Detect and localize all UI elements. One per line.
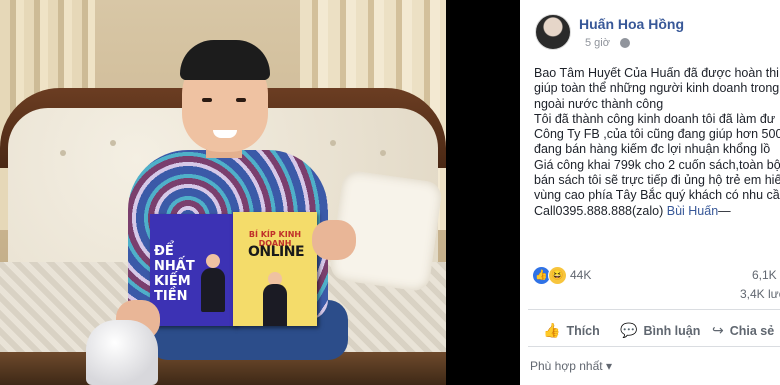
sort-label: Phù hợp nhất [530, 359, 603, 373]
like-button[interactable]: 👍 Thích [543, 322, 600, 339]
post-line: Công Ty FB ,của tôi cũng đang giúp hơn 5… [534, 127, 780, 142]
post-line-last: Call0395.888.888(zalo) Bùi Huấn— [534, 204, 780, 219]
thumbs-up-icon: 👍 [543, 322, 561, 338]
like-label: Thích [566, 324, 600, 338]
book1-author-figure [201, 268, 225, 312]
post-line: Tôi đã thành công kinh doanh tôi đã làm … [534, 111, 776, 126]
post-line: ngoài nước thành công [534, 96, 664, 111]
book2-author-figure [263, 284, 287, 326]
phone-text: Call0395.888.888(zalo) [534, 203, 667, 218]
share-button[interactable]: ↪ Chia sẻ [712, 322, 774, 339]
line-tail: — [718, 203, 731, 218]
book2-subtitle: ONLINE [247, 244, 305, 260]
post-line: vùng cao phía Tây Bắc quý khách có nhu c… [534, 188, 780, 203]
person-eye [202, 98, 212, 102]
comment-sort-dropdown[interactable]: Phù hợp nhất ▾ [530, 359, 612, 373]
book1-author-head [206, 254, 220, 268]
sofa-tuft [380, 150, 386, 156]
post-text: Bao Tâm Huyết Của Huấn đã được hoàn thi … [534, 66, 780, 219]
person-eye [236, 98, 246, 102]
globe-icon [620, 38, 630, 48]
sofa-tuft [330, 140, 336, 146]
comment-label: Bình luận [643, 324, 701, 338]
post-line: Giá công khai 799k cho 2 cuốn sách,toàn … [534, 157, 780, 172]
book-de-nhat-kiem-tien: ĐỂ NHẤT KIẾM TIỀN [150, 214, 236, 326]
post-line: bán sách tôi sẽ trực tiếp đi ủng hộ trẻ … [534, 173, 780, 188]
post-timestamp[interactable]: 5 giờ [585, 37, 610, 49]
caret-down-icon: ▾ [605, 359, 612, 373]
sofa-tuft [110, 140, 116, 146]
vase [86, 320, 158, 385]
comment-bubble-icon: 💬 [620, 322, 638, 338]
divider [528, 309, 780, 310]
book-bi-kip-kinh-doanh-online: BÍ KÍP KINH DOANH ONLINE [233, 212, 317, 326]
post-line: giúp toàn thể những người kinh doanh tro… [534, 81, 780, 96]
comment-count[interactable]: 6,1K [752, 268, 777, 282]
mention-link[interactable]: Bùi Huấn [667, 204, 718, 218]
share-label: Chia sẻ [729, 324, 775, 338]
sofa-tuft [60, 150, 66, 156]
share-count[interactable]: 3,4K lượ [740, 287, 780, 301]
haha-reaction-icon[interactable]: 😆 [548, 266, 567, 285]
post-line: đang bán hàng kiếm đc lợi nhuận khổng lồ [534, 142, 771, 157]
person-hand-right [312, 220, 356, 260]
divider [528, 346, 780, 347]
author-avatar[interactable] [535, 14, 571, 50]
comment-button[interactable]: 💬 Bình luận [620, 322, 700, 339]
post-photo[interactable]: ĐỂ NHẤT KIẾM TIỀN BÍ KÍP KINH DOANH ONLI… [0, 0, 446, 385]
share-arrow-icon: ↪ [712, 322, 724, 338]
person-hair [180, 40, 270, 80]
author-name[interactable]: Huấn Hoa Hồng [579, 16, 684, 32]
post-line: Bao Tâm Huyết Của Huấn đã được hoàn thi [534, 66, 779, 80]
reaction-count[interactable]: 44K [570, 268, 591, 282]
